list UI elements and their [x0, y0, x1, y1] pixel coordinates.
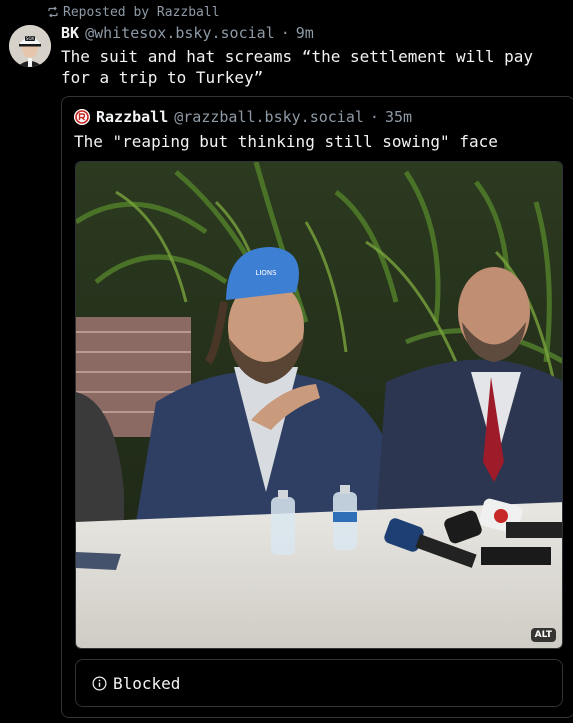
- quote-text: The "reaping but thinking still sowing" …: [74, 132, 498, 151]
- author-avatar[interactable]: SOX: [9, 25, 51, 67]
- press-conference-photo: LIONS: [76, 162, 562, 648]
- blocked-label: Blocked: [113, 673, 181, 693]
- avatar-cap-text: SOX: [26, 36, 34, 41]
- quote-separator-dot: ·: [369, 108, 379, 126]
- avatar-image: SOX: [9, 25, 51, 67]
- alt-text-badge[interactable]: ALT: [530, 628, 556, 642]
- repost-label: Reposted by Razzball: [63, 4, 220, 20]
- repost-icon: [48, 6, 58, 18]
- post-header: BK @whitesox.bsky.social · 9m: [61, 23, 314, 43]
- blocked-notice: Blocked: [75, 659, 563, 707]
- info-icon: [92, 676, 107, 690]
- quote-media-image[interactable]: LIONS ALT: [75, 161, 563, 649]
- author-handle[interactable]: @whitesox.bsky.social: [85, 24, 275, 42]
- author-name[interactable]: BK: [61, 24, 79, 42]
- quote-author-handle[interactable]: @razzball.bsky.social: [174, 108, 364, 126]
- post-timestamp[interactable]: 9m: [296, 24, 314, 42]
- cap-logo-text: LIONS: [255, 269, 277, 277]
- quote-author-name[interactable]: Razzball: [96, 108, 168, 126]
- quote-header: Razzball @razzball.bsky.social · 35m: [74, 107, 412, 127]
- separator-dot: ·: [280, 24, 290, 42]
- quote-timestamp[interactable]: 35m: [385, 108, 412, 126]
- quoted-post[interactable]: Razzball @razzball.bsky.social · 35m The…: [61, 96, 573, 718]
- repost-indicator[interactable]: Reposted by Razzball: [47, 4, 220, 20]
- quote-author-avatar[interactable]: [74, 109, 90, 125]
- post-text: The suit and hat screams “the settlement…: [61, 47, 543, 87]
